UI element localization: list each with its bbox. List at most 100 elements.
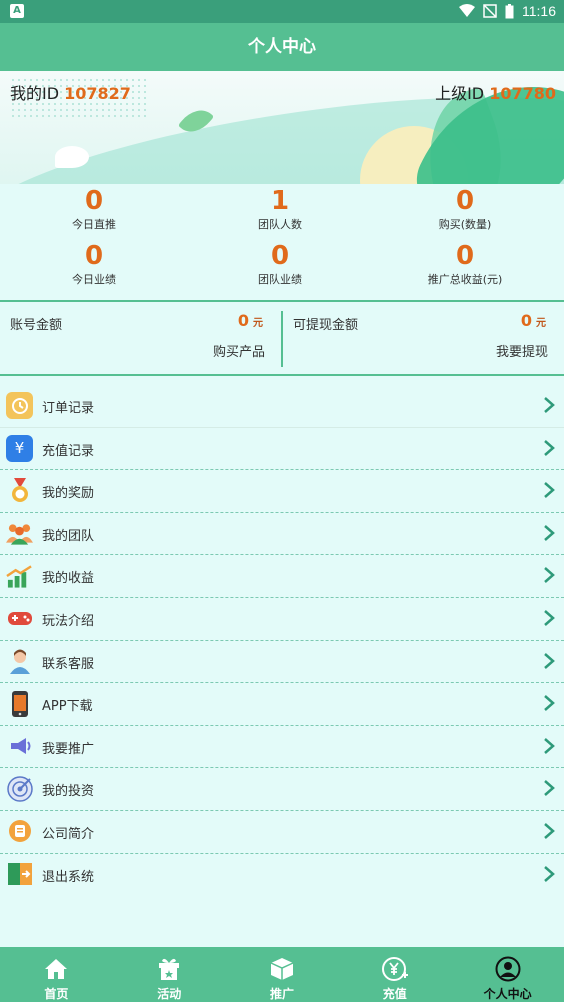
account-panel: 账号金额 0元 购买产品 可提现金额 0元 我要提现 <box>0 300 564 376</box>
menu-item-earnings[interactable]: 我的收益 <box>0 555 564 598</box>
menu-item-label: 公司简介 <box>42 826 95 842</box>
clock-time: 11:16 <box>522 3 556 19</box>
box-icon <box>270 958 294 980</box>
menu-item-logout[interactable]: 退出系统 <box>0 854 564 897</box>
menu-item-label: 玩法介绍 <box>42 613 95 629</box>
chevron-right-icon <box>544 482 555 499</box>
exit-door-icon <box>6 861 33 888</box>
menu-item-company-intro[interactable]: 公司简介 <box>0 811 564 854</box>
chevron-right-icon <box>544 439 555 456</box>
chevron-right-icon <box>544 822 555 839</box>
menu-item-label: 我的投资 <box>42 784 95 800</box>
stat-label: 今日直推 <box>72 218 116 231</box>
tab-profile[interactable]: 个人中心 <box>451 947 564 1002</box>
balance-box: 账号金额 0元 购买产品 <box>0 302 281 374</box>
battery-icon <box>505 3 514 18</box>
menu-item-recharge-records[interactable]: ¥ 充值记录 <box>0 428 564 471</box>
menu-item-label: 我的收益 <box>42 571 95 587</box>
growth-chart-icon <box>6 562 33 589</box>
tab-activity[interactable]: 活动 <box>113 947 226 1002</box>
buy-product-link[interactable]: 购买产品 <box>213 341 265 360</box>
menu-item-label: 退出系统 <box>42 869 95 885</box>
stat-today-performance: 0 今日业绩 <box>0 241 188 287</box>
menu-item-label: 我要推广 <box>42 741 95 757</box>
stat-today-direct: 0 今日直推 <box>0 186 188 232</box>
gamepad-icon <box>6 605 33 632</box>
menu-item-team[interactable]: 我的团队 <box>0 513 564 556</box>
stat-value: 0 <box>270 241 290 271</box>
stat-label: 团队人数 <box>258 218 302 231</box>
stat-purchase-count: 0 购买(数量) <box>371 186 559 232</box>
stat-promotion-earnings: 0 推广总收益(元) <box>371 241 559 287</box>
profile-banner: 我的ID 107827 上级ID 107780 <box>0 71 564 184</box>
gift-icon <box>159 958 180 980</box>
tab-label: 首页 <box>44 987 69 1001</box>
my-id-label: 我的ID <box>10 84 60 103</box>
withdraw-link[interactable]: 我要提现 <box>496 341 548 360</box>
chevron-right-icon <box>544 567 555 584</box>
stat-team-performance: 0 团队业绩 <box>186 241 374 287</box>
tab-promotion[interactable]: 推广 <box>226 947 339 1002</box>
menu-item-label: 我的奖励 <box>42 486 95 502</box>
tab-label: 充值 <box>382 987 407 1001</box>
stat-value: 1 <box>270 186 290 216</box>
tab-label: 推广 <box>269 987 294 1001</box>
customer-service-icon <box>6 648 33 675</box>
menu-item-investment[interactable]: 我的投资 <box>0 768 564 811</box>
stat-label: 购买(数量) <box>438 218 492 231</box>
megaphone-icon <box>6 733 33 760</box>
team-icon <box>6 520 33 547</box>
menu-item-label: 我的团队 <box>42 528 95 544</box>
tab-label: 个人中心 <box>483 987 532 1001</box>
chevron-right-icon <box>544 865 555 882</box>
app-notification-icon: A <box>10 4 24 18</box>
menu-item-label: APP下载 <box>42 699 93 715</box>
chevron-right-icon <box>544 780 555 797</box>
status-bar: A 11:16 <box>0 0 564 23</box>
tab-home[interactable]: 首页 <box>0 947 113 1002</box>
menu-item-promotion[interactable]: 我要推广 <box>0 726 564 769</box>
chevron-right-icon <box>544 695 555 712</box>
withdrawable-amount: 0元 <box>520 311 546 330</box>
menu-item-app-download[interactable]: APP下载 <box>0 683 564 726</box>
stat-value: 0 <box>84 186 104 216</box>
menu-item-customer-service[interactable]: 联系客服 <box>0 641 564 684</box>
menu-item-gameplay[interactable]: 玩法介绍 <box>0 598 564 641</box>
chevron-right-icon <box>544 652 555 669</box>
doc-circle-icon <box>6 818 33 845</box>
my-id-value: 107827 <box>64 84 131 103</box>
home-icon <box>45 959 68 979</box>
phone-icon <box>6 690 33 717</box>
upline-id-value: 107780 <box>489 84 556 103</box>
stat-team-size: 1 团队人数 <box>186 186 374 232</box>
menu-item-label: 联系客服 <box>42 656 95 672</box>
target-icon <box>6 775 33 802</box>
clock-icon <box>6 392 33 419</box>
balance-label: 账号金额 <box>10 318 63 333</box>
tab-recharge[interactable]: 充值 <box>338 947 451 1002</box>
balance-amount: 0元 <box>237 311 263 330</box>
withdrawable-label: 可提现金额 <box>293 318 359 333</box>
stats-panel: 0 今日直推 1 团队人数 0 购买(数量) 0 今日业绩 0 团队业绩 0 推… <box>0 184 564 299</box>
page-title: 个人中心 <box>0 23 564 71</box>
upline-id: 上级ID 107780 <box>435 80 556 104</box>
chevron-right-icon <box>544 737 555 754</box>
upline-id-label: 上级ID <box>435 84 485 103</box>
stat-value: 0 <box>84 241 104 271</box>
menu-item-label: 充值记录 <box>42 443 95 459</box>
chevron-right-icon <box>544 610 555 626</box>
chevron-right-icon <box>544 397 555 413</box>
stat-value: 0 <box>455 186 475 216</box>
stat-value: 0 <box>455 241 475 271</box>
withdrawable-box: 可提现金额 0元 我要提现 <box>283 302 564 374</box>
banner-bird-decoration <box>55 146 89 168</box>
chevron-right-icon <box>544 524 555 541</box>
user-circle-icon <box>495 956 521 982</box>
wifi-icon <box>459 4 475 17</box>
my-id: 我的ID 107827 <box>10 80 131 104</box>
no-signal-icon <box>483 4 497 18</box>
stat-label: 今日业绩 <box>72 273 116 286</box>
tab-label: 活动 <box>157 987 182 1001</box>
menu-item-rewards[interactable]: 我的奖励 <box>0 470 564 513</box>
menu-item-orders[interactable]: 订单记录 <box>0 385 564 428</box>
